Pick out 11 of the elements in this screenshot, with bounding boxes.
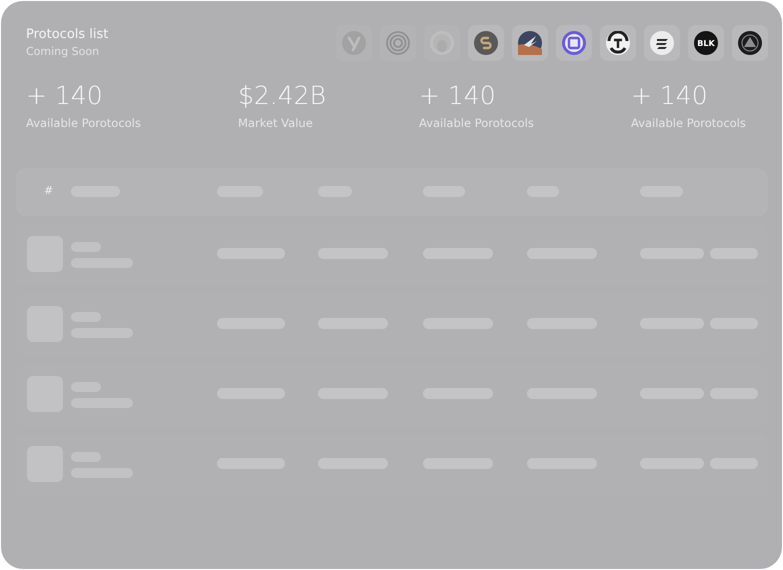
protocol-logo[interactable] [644,25,680,61]
stat-value: + 140 [631,81,709,110]
stat-value: + 140 [419,81,497,110]
stat-value: $2.42B [238,81,327,110]
card-title: Protocols list [26,27,108,42]
protocol-logo[interactable] [600,25,636,61]
stat-value: + 140 [26,81,104,110]
index-header: # [44,184,54,197]
protocol-logo[interactable] [512,25,548,61]
protocol-logo[interactable]: BLK [688,25,724,61]
protocol-logo[interactable] [732,25,768,61]
